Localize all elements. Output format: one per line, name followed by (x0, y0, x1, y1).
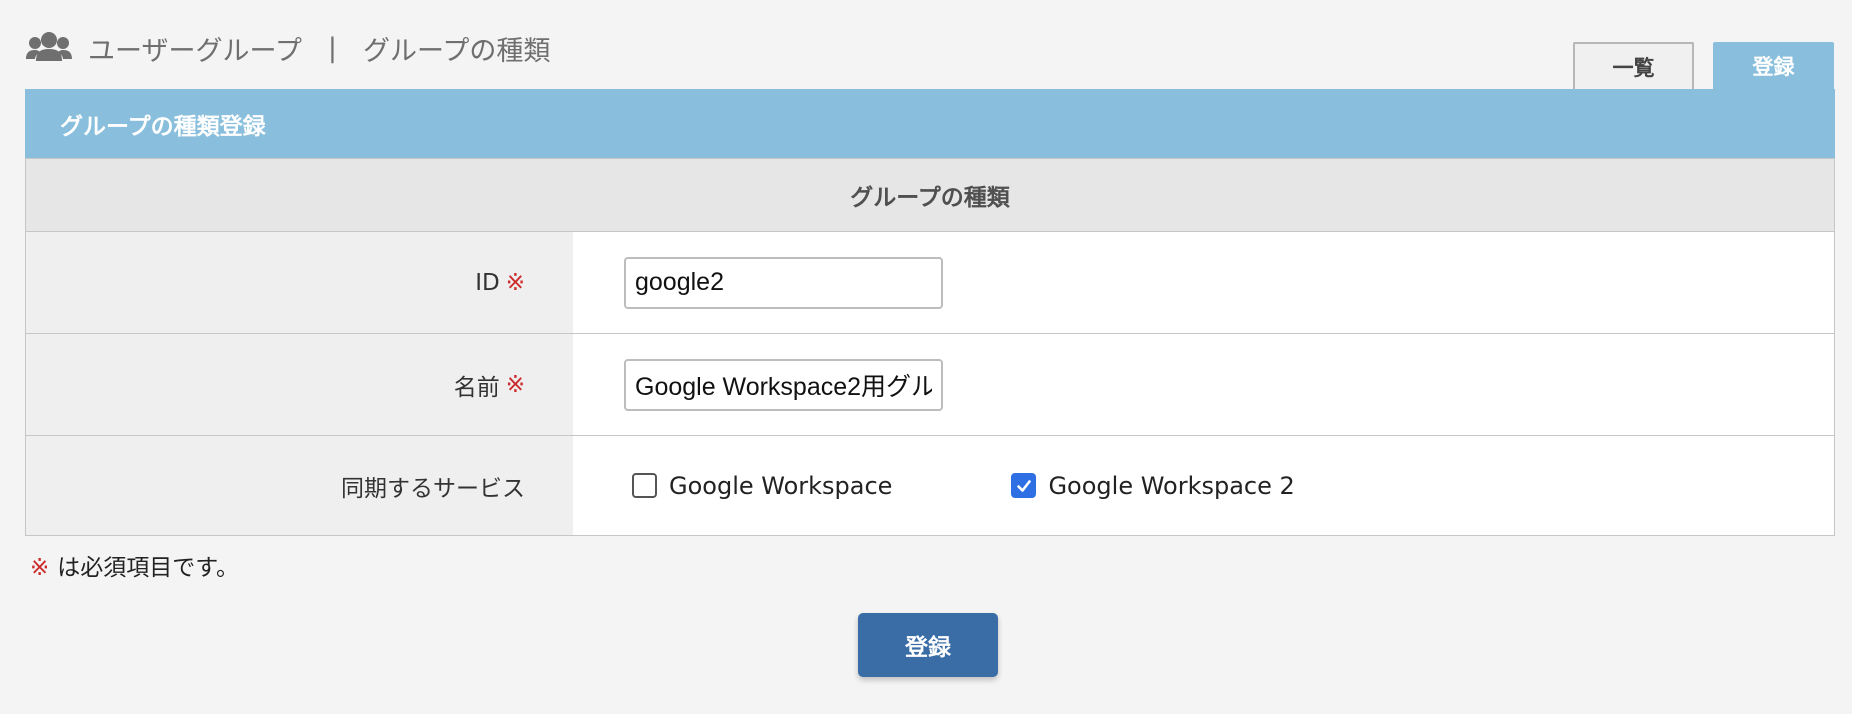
note-text: は必須項目です。 (57, 555, 239, 581)
tab-register[interactable]: 登録 (1713, 42, 1834, 89)
google-workspace-2-checkbox[interactable] (1011, 473, 1037, 498)
google-workspace-checkbox[interactable] (632, 473, 657, 498)
services-label-cell: 同期するサービス (26, 436, 573, 535)
id-value-cell (573, 232, 1834, 333)
name-value-cell (573, 334, 1834, 435)
form-row-id: ID ※ (26, 232, 1834, 334)
section-title: グループの種類 (26, 159, 1834, 232)
form-row-name: 名前 ※ (26, 334, 1834, 436)
checkmark-icon (1017, 479, 1031, 492)
name-input[interactable] (624, 358, 943, 411)
required-note: ※ は必須項目です。 (30, 548, 239, 582)
registration-panel: グループの種類登録 グループの種類 ID ※ 名前 ※ 同期するサービス (25, 89, 1835, 536)
google-workspace-label: Google Workspace (669, 471, 893, 500)
users-icon (26, 32, 72, 61)
id-label-cell: ID ※ (26, 232, 573, 333)
tab-bar: 一覧 登録 (1573, 42, 1834, 89)
tab-list[interactable]: 一覧 (1573, 42, 1694, 89)
form-table: グループの種類 ID ※ 名前 ※ 同期するサービス (25, 158, 1835, 536)
id-input[interactable] (624, 256, 943, 309)
page-header: ユーザーグループ | グループの種類 (24, 26, 550, 70)
name-required-mark: ※ (505, 371, 525, 398)
submit-button[interactable]: 登録 (858, 613, 998, 677)
note-required-mark: ※ (30, 555, 50, 581)
panel-title: グループの種類登録 (25, 89, 1835, 158)
page-subtitle: グループの種類 (362, 35, 551, 67)
title-separator: | (327, 32, 337, 64)
services-label: 同期するサービス (341, 475, 525, 502)
name-label-cell: 名前 ※ (26, 334, 573, 435)
page-title: ユーザーグループ (88, 35, 302, 67)
form-row-services: 同期するサービス Google Workspace Google Workspa… (26, 436, 1834, 535)
service-option-google-workspace-2[interactable]: Google Workspace 2 (1011, 471, 1295, 500)
services-value-cell: Google Workspace Google Workspace 2 (573, 436, 1834, 535)
id-required-mark: ※ (505, 269, 525, 296)
id-label: ID (475, 269, 500, 296)
service-option-google-workspace[interactable]: Google Workspace (632, 472, 892, 500)
name-label: 名前 (453, 374, 500, 401)
google-workspace-2-label: Google Workspace 2 (1048, 471, 1295, 500)
